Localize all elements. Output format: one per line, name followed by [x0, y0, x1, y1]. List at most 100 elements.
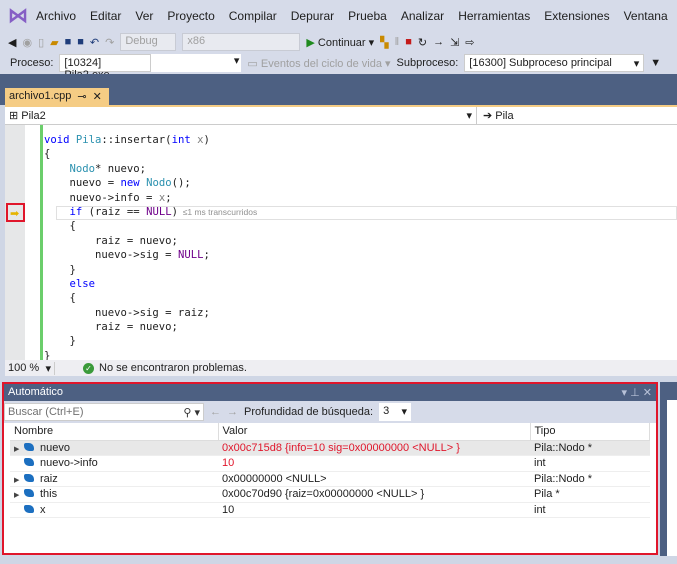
column-header-value[interactable]: Valor — [218, 423, 530, 440]
filter-icon[interactable]: ▼ — [650, 57, 661, 69]
menu-3[interactable]: Proyecto — [167, 9, 214, 23]
code-line: { — [44, 147, 257, 161]
pause-icon[interactable]: ‖ — [395, 36, 400, 48]
code-token: int — [172, 134, 198, 146]
menu-4[interactable]: Compilar — [229, 9, 277, 23]
code-line: else — [44, 277, 257, 291]
open-folder-icon[interactable]: ▰ — [50, 36, 58, 49]
empty-row — [10, 549, 650, 564]
depth-select[interactable]: 3▾ — [379, 403, 411, 421]
save-all-icon[interactable]: ■ — [77, 36, 84, 48]
zoom-select[interactable]: 100 %▾ — [5, 362, 55, 375]
debug-location-bar: Proceso: [10324] Pila2.exe ▾ ▭ Eventos d… — [0, 52, 677, 74]
pin-icon[interactable]: ⊸ — [77, 90, 86, 103]
close-icon[interactable]: ✕ — [643, 387, 652, 399]
step-into-icon[interactable]: ⇲ — [450, 36, 459, 49]
menu-5[interactable]: Depurar — [291, 9, 334, 23]
menu-6[interactable]: Prueba — [348, 9, 387, 23]
search-icon[interactable]: ⚲ ▾ — [183, 406, 200, 418]
show-next-statement-icon[interactable]: → — [433, 36, 444, 48]
platform-select[interactable]: x86 — [182, 33, 300, 51]
expand-icon[interactable]: ▶ — [14, 491, 24, 499]
menu-1[interactable]: Editar — [90, 9, 121, 23]
navigation-bar: ⊞ Pila2▾ ➔ Pila — [5, 107, 677, 125]
column-header-name[interactable]: Nombre — [10, 423, 218, 440]
table-row[interactable]: x 10 int — [10, 502, 650, 518]
variable-value[interactable]: 0x00000000 <NULL> — [218, 471, 530, 487]
toolbar: ◀ ◉ ▯ ▰ ■ ■ ↶ ↷ Debug x86 ▶ Continuar ▾ … — [0, 32, 677, 52]
table-row[interactable]: ▶raiz 0x00000000 <NULL> Pila::Nodo * — [10, 471, 650, 487]
redo-icon[interactable]: ↷ — [105, 36, 114, 49]
menu-10[interactable]: Ventana — [624, 9, 668, 23]
code-line: Nodo* nuevo; — [44, 162, 257, 176]
restart-icon[interactable]: ↻ — [418, 36, 427, 49]
menu-8[interactable]: Herramientas — [458, 9, 530, 23]
lifecycle-label: Eventos del ciclo de vida — [261, 58, 382, 70]
code-token: nuevo->info = — [44, 192, 159, 204]
pin-icon[interactable]: ⊥ — [630, 387, 640, 399]
expand-icon[interactable]: ▶ — [14, 476, 24, 484]
variable-value[interactable]: 0x00c715d8 {info=10 sig=0x00000000 <NULL… — [218, 440, 530, 456]
indicator-margin[interactable] — [5, 125, 25, 360]
menu-9[interactable]: Extensiones — [544, 9, 609, 23]
code-line: { — [44, 219, 257, 233]
variable-icon — [24, 458, 34, 466]
step-over-icon[interactable]: ⇨ — [465, 36, 474, 49]
back-arrow-icon[interactable]: ← — [210, 406, 221, 418]
lifecycle-events-button[interactable]: ▭ Eventos del ciclo de vida ▾ — [247, 57, 390, 70]
process-value: [10324] Pila2.exe — [64, 57, 146, 69]
variable-name: nuevo->info — [40, 457, 98, 469]
process-dropdown[interactable]: ▾ — [151, 54, 241, 72]
stop-icon[interactable]: ■ — [405, 36, 412, 48]
process-select[interactable]: [10324] Pila2.exe — [59, 54, 151, 72]
thread-select[interactable]: [16300] Subproceso principal▾ — [464, 54, 644, 72]
process-icon[interactable]: ▚ — [380, 36, 388, 49]
code-token: } — [44, 264, 76, 276]
variable-value[interactable]: 10 — [218, 456, 530, 472]
table-row[interactable]: ▶ this 0x00c70d90 {raiz=0x00000000 <NULL>… — [10, 487, 650, 503]
code-token: nuevo->sig = — [44, 249, 178, 261]
code-token: { — [44, 220, 76, 232]
code-token: Nodo — [70, 163, 96, 175]
variable-value[interactable]: 0x00c70d90 {raiz=0x00000000 <NULL> } — [218, 487, 530, 503]
process-label: Proceso: — [10, 57, 53, 69]
expand-icon[interactable]: ▶ — [14, 445, 24, 453]
menu-2[interactable]: Ver — [135, 9, 153, 23]
autos-toolbar: Buscar (Ctrl+E)⚲ ▾ ← → Profundidad de bú… — [4, 401, 656, 423]
variable-name: this — [40, 488, 57, 500]
scope-dropdown[interactable]: ➔ Pila — [477, 107, 520, 124]
variable-type: Pila * — [530, 487, 650, 503]
code-token: nuevo = — [44, 177, 121, 189]
variable-value[interactable]: 10 — [218, 502, 530, 518]
menu-7[interactable]: Analizar — [401, 9, 444, 23]
code-line: if (raiz == NULL) ≤1 ms transcurridos — [44, 205, 257, 219]
code-token: { — [44, 292, 76, 304]
new-file-icon[interactable]: ▯ — [38, 36, 44, 49]
table-row[interactable]: nuevo->info 10 int — [10, 456, 650, 472]
close-tab-icon[interactable]: ✕ — [93, 90, 102, 103]
thread-value: [16300] Subproceso principal — [469, 57, 611, 69]
code-line: void Pila::insertar(int x) — [44, 133, 257, 147]
variable-name-cell: ▶ nuevo — [10, 440, 218, 456]
column-header-type[interactable]: Tipo — [530, 423, 650, 440]
forward-arrow-icon[interactable]: → — [227, 406, 238, 418]
variable-name-cell: ▶raiz — [10, 471, 218, 487]
project-dropdown[interactable]: ⊞ Pila2▾ — [5, 107, 477, 124]
instruction-pointer-icon[interactable]: ➡ — [10, 207, 19, 220]
forward-icon[interactable]: ◉ — [22, 36, 32, 49]
configuration-select[interactable]: Debug — [120, 33, 176, 51]
variable-name: nuevo — [40, 442, 70, 454]
side-panel-content — [667, 400, 677, 556]
search-input[interactable]: Buscar (Ctrl+E)⚲ ▾ — [4, 403, 204, 421]
dropdown-icon[interactable]: ▾ — [622, 387, 628, 399]
back-icon[interactable]: ◀ — [8, 36, 16, 49]
undo-icon[interactable]: ↶ — [90, 36, 99, 49]
menu-0[interactable]: Archivo — [36, 9, 76, 23]
table-row[interactable]: ▶ nuevo 0x00c715d8 {info=10 sig=0x0000000… — [10, 440, 650, 456]
code-token: raiz = nuevo; — [44, 235, 178, 247]
visual-studio-logo-icon: ⋈ — [8, 5, 28, 27]
code-token: ::insertar( — [101, 134, 171, 146]
tab-archivo1-cpp[interactable]: archivo1.cpp ⊸ ✕ — [5, 88, 109, 105]
continue-button[interactable]: ▶ Continuar ▾ — [306, 36, 374, 49]
save-icon[interactable]: ■ — [65, 36, 72, 48]
